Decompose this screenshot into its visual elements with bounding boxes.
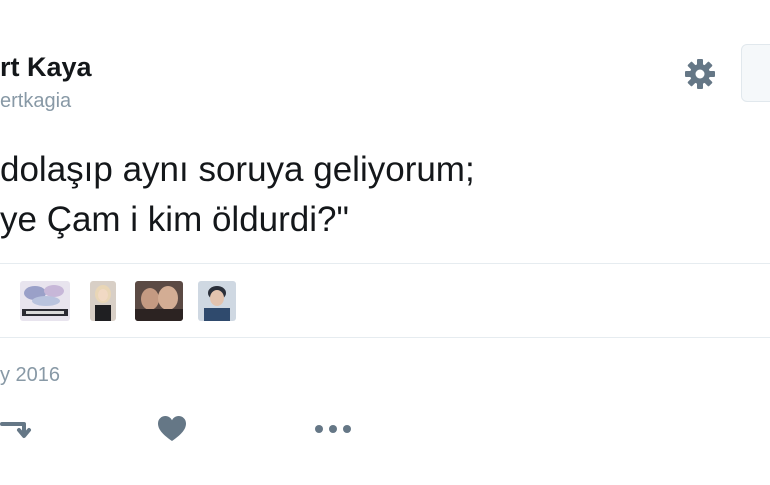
divider [0,263,770,264]
tweet-timestamp[interactable]: y 2016 [0,364,60,387]
gear-icon[interactable] [682,56,718,92]
avatar[interactable] [198,281,236,321]
avatar[interactable] [20,281,70,321]
divider [0,337,770,338]
more-dots-icon[interactable] [312,414,354,444]
follow-button[interactable] [741,44,770,102]
tweet-card: rt Kaya ertkagia dolaşıp aynı soruya gel… [0,0,770,485]
avatar[interactable] [90,281,116,321]
tweet-text: dolaşıp aynı soruya geliyorum; ye Çam i … [0,145,475,245]
retweet-icon[interactable] [0,414,34,444]
tweet-text-line-1: dolaşıp aynı soruya geliyorum; [0,150,475,189]
avatar[interactable] [135,281,183,321]
tweet-text-line-2: ye Çam i kim öldurdi?" [0,200,349,239]
heart-icon[interactable] [156,414,188,444]
user-handle[interactable]: ertkagia [0,90,71,113]
display-name[interactable]: rt Kaya [0,52,92,83]
